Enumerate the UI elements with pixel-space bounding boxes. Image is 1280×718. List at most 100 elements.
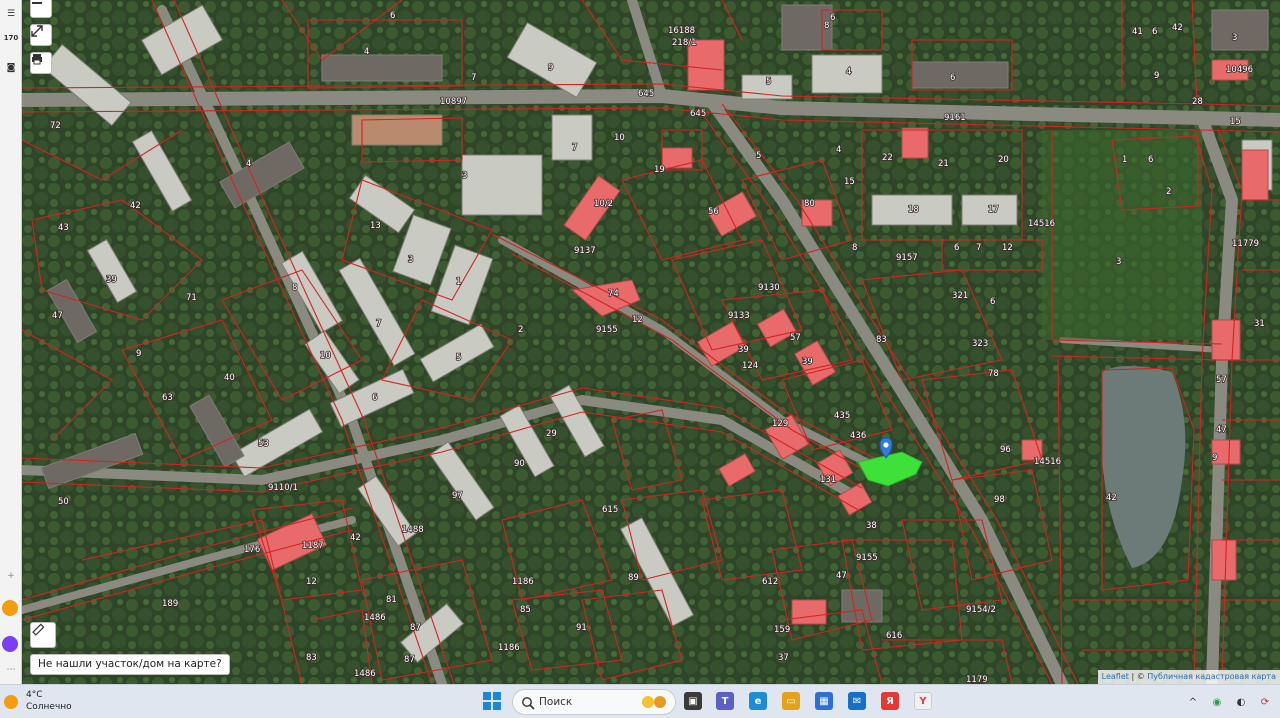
parcel-number-label[interactable]: 38 — [865, 520, 877, 532]
fullscreen-button[interactable] — [30, 24, 52, 46]
parcel-number-label[interactable]: 13 — [369, 220, 381, 232]
parcel-number-label[interactable]: 7 — [375, 318, 382, 330]
parcel-number-label[interactable]: 31 — [1253, 318, 1265, 330]
parcel-number-label[interactable]: 15 — [843, 176, 855, 188]
parcel-number-label[interactable]: 37 — [777, 652, 789, 664]
yandex-icon[interactable]: Я — [881, 692, 899, 710]
parcel-number-label[interactable]: 47 — [1215, 424, 1227, 436]
folder-icon[interactable]: ▭ — [782, 692, 800, 710]
parcel-number-label[interactable]: 96 — [999, 444, 1011, 456]
parcel-number-label[interactable]: 63 — [161, 392, 173, 404]
parcel-number-label[interactable]: 74 — [607, 288, 619, 300]
parcel-number-label[interactable]: 612 — [761, 576, 779, 588]
parcel-number-label[interactable]: 159 — [773, 624, 791, 636]
map-canvas[interactable]: 16188218/179461089764564554686916141 4269… — [22, 0, 1280, 684]
parcel-number-label[interactable]: 1186 — [511, 576, 534, 588]
parcel-number-label[interactable]: 43 — [57, 222, 69, 234]
chevron-up-icon[interactable]: ^ — [1186, 695, 1200, 709]
weather-app-icon[interactable] — [2, 600, 18, 616]
task-view-icon[interactable]: ▣ — [684, 692, 702, 710]
parcel-number-label[interactable]: 7 — [975, 242, 982, 254]
parcel-number-label[interactable]: 9161 — [943, 112, 966, 124]
parcel-not-found-link[interactable]: Не нашли участок/дом на карте? — [30, 654, 230, 675]
parcel-number-label[interactable]: 21 — [937, 158, 949, 170]
parcel-number-label[interactable]: 435 — [833, 410, 851, 422]
weather-widget[interactable]: 4°C Солнечно — [4, 689, 94, 715]
parcel-number-label[interactable]: 47 — [51, 310, 63, 322]
parcel-number-label[interactable]: 83 — [305, 652, 317, 664]
parcel-number-label[interactable]: 2 — [517, 324, 524, 336]
refresh-icon[interactable]: ⟳ — [1258, 695, 1272, 709]
more-icon[interactable]: ⋯ — [1, 660, 21, 680]
add-icon[interactable]: + — [1, 566, 21, 586]
parcel-number-label[interactable]: 321 — [951, 290, 969, 302]
shield-icon[interactable]: ◉ — [1210, 695, 1224, 709]
parcel-number-label[interactable]: 6 — [371, 392, 378, 404]
parcel-number-label[interactable]: 15 — [1229, 116, 1241, 128]
parcel-number-label[interactable]: 6 — [949, 72, 956, 84]
parcel-number-label[interactable]: 56 — [707, 206, 719, 218]
parcel-number-label[interactable]: 10 — [613, 132, 625, 144]
parcel-number-label[interactable]: 436 — [849, 430, 867, 442]
yandex-browser-icon[interactable]: Y — [914, 692, 932, 710]
parcel-number-label[interactable]: 4 — [245, 158, 252, 170]
parcel-number-label[interactable]: 40 — [223, 372, 235, 384]
parcel-number-label[interactable]: 42 — [1105, 492, 1117, 504]
parcel-number-label[interactable]: 42 — [129, 200, 141, 212]
parcel-number-label[interactable]: 39 — [801, 356, 813, 368]
parcel-number-label[interactable]: 124 — [741, 360, 759, 372]
parcel-number-label[interactable]: 71 — [185, 292, 197, 304]
parcel-number-label[interactable]: 8 — [291, 282, 298, 294]
parcel-number-label[interactable]: 1486 — [363, 612, 386, 624]
parcel-number-label[interactable]: 10496 — [1225, 64, 1254, 76]
parcel-number-label[interactable]: 50 — [57, 496, 69, 508]
menu-icon[interactable]: ☰ — [1, 4, 21, 24]
speed-badge[interactable]: 170 — [1, 28, 21, 48]
parcel-number-label[interactable]: 8 — [823, 20, 830, 32]
parcel-number-label[interactable]: 1486 — [353, 668, 376, 680]
parcel-number-label[interactable]: 80 — [803, 198, 815, 210]
parcel-number-label[interactable]: 18 — [907, 204, 919, 216]
parcel-number-label[interactable]: 9133 — [727, 310, 750, 322]
start-button[interactable] — [482, 691, 502, 711]
parcel-number-label[interactable]: 9110/1 — [267, 482, 299, 494]
parcel-number-label[interactable]: 6 — [1147, 154, 1154, 166]
parcel-number-label[interactable]: 12 — [631, 314, 643, 326]
parcel-number-label[interactable]: 20 — [997, 154, 1009, 166]
parcel-number-label[interactable]: 16188 — [667, 25, 696, 37]
parcel-number-label[interactable]: 1488 — [401, 524, 424, 536]
parcel-number-label[interactable]: 87 — [403, 654, 415, 666]
parcel-number-label[interactable]: 9154/2 — [965, 604, 997, 616]
parcel-number-label[interactable]: 78 — [987, 368, 999, 380]
parcel-number-label[interactable]: 39 — [105, 274, 117, 286]
parcel-number-label[interactable]: 83 — [875, 334, 887, 346]
parcel-number-label[interactable]: 89 — [627, 572, 639, 584]
edge-icon[interactable]: e — [749, 692, 767, 710]
parcel-number-label[interactable]: 6 — [829, 12, 836, 24]
parcel-number-label[interactable]: 645 — [637, 88, 655, 100]
parcel-number-label[interactable]: 9157 — [895, 252, 918, 264]
parcel-number-label[interactable]: 90 — [513, 458, 525, 470]
parcel-number-label[interactable]: 131 — [819, 474, 837, 486]
parcel-number-label[interactable]: 47 — [835, 570, 847, 582]
parcel-number-label[interactable]: 3 — [461, 170, 468, 182]
parcel-number-label[interactable]: 9 — [547, 62, 554, 74]
parcel-number-label[interactable]: 81 — [385, 594, 397, 606]
alice-icon[interactable] — [2, 636, 18, 652]
parcel-number-label[interactable]: 12 — [1001, 242, 1013, 254]
parcel-number-label[interactable]: 9155 — [855, 552, 878, 564]
parcel-number-label[interactable]: 9137 — [573, 245, 596, 257]
leaflet-link[interactable]: Leaflet — [1102, 672, 1129, 681]
parcel-number-label[interactable]: 6 — [953, 242, 960, 254]
measure-ruler-button[interactable] — [30, 622, 56, 648]
parcel-number-label[interactable]: 4 — [363, 46, 370, 58]
zoom-out-button[interactable] — [30, 0, 52, 18]
parcel-number-label[interactable]: 6 — [1151, 26, 1158, 38]
cadastre-link[interactable]: Публичная кадастровая карта — [1147, 672, 1276, 681]
parcel-number-label[interactable]: 19 — [653, 164, 665, 176]
parcel-number-label[interactable]: 1186 — [497, 642, 520, 654]
parcel-number-label[interactable]: 14516 — [1033, 456, 1062, 468]
parcel-number-label[interactable]: 91 — [575, 622, 587, 634]
teams-icon[interactable]: T — [716, 692, 734, 710]
parcel-number-label[interactable]: 323 — [971, 338, 989, 350]
